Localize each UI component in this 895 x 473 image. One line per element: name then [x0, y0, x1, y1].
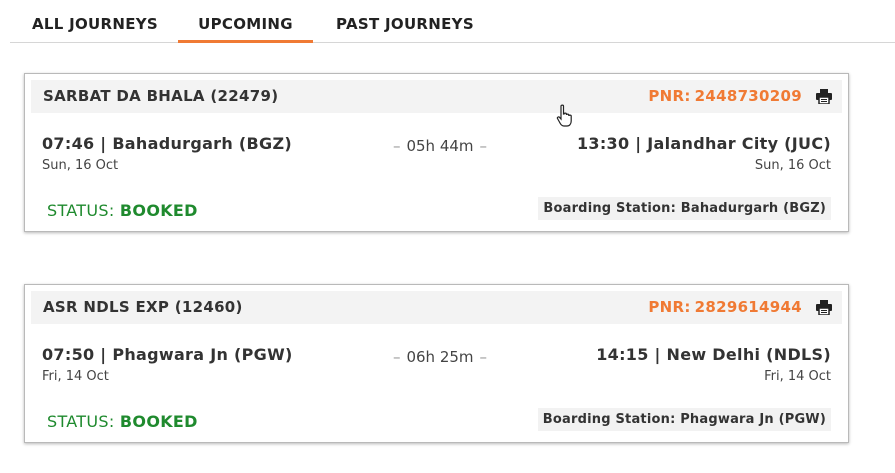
status-value: BOOKED — [119, 412, 198, 431]
arrival-date: Sun, 16 Oct — [754, 158, 831, 173]
print-icon[interactable] — [816, 300, 832, 315]
hand-cursor-icon — [556, 104, 572, 127]
train-name: SARBAT DA BHALA (22479) — [43, 87, 279, 105]
booking-status: STATUS: BOOKED — [47, 201, 198, 220]
tab-upcoming[interactable]: UPCOMING — [178, 0, 313, 43]
journey-card-header: ASR NDLS EXP (12460) PNR: 2829614944 — [31, 291, 842, 324]
journey-tabs: ALL JOURNEYS UPCOMING PAST JOURNEYS — [10, 0, 895, 43]
journey-card: ASR NDLS EXP (12460) PNR: 2829614944 07:5… — [24, 284, 849, 443]
duration-value: 05h 44m — [406, 137, 474, 155]
journey-duration: –06h 25m – — [392, 348, 488, 366]
arrival-time: 14:15 | New Delhi (NDLS) — [596, 345, 831, 364]
journey-card: SARBAT DA BHALA (22479) PNR: 2448730209 0… — [24, 73, 849, 232]
arrival-time: 13:30 | Jalandhar City (JUC) — [576, 134, 831, 153]
duration-value: 06h 25m — [406, 348, 474, 366]
pnr-label: PNR: — [648, 87, 691, 105]
pnr-number: 2448730209 — [694, 87, 802, 105]
boarding-station: Boarding Station: Bahadurgarh (BGZ) — [538, 197, 831, 220]
boarding-station: Boarding Station: Phagwara Jn (PGW) — [537, 408, 831, 431]
print-icon[interactable] — [816, 89, 832, 104]
departure-date: Fri, 14 Oct — [42, 369, 109, 384]
status-label: STATUS: — [47, 201, 115, 220]
status-label: STATUS: — [47, 412, 115, 431]
tab-all-journeys[interactable]: ALL JOURNEYS — [20, 0, 170, 43]
pnr-label: PNR: — [648, 298, 691, 316]
departure-time: 07:46 | Bahadurgarh (BGZ) — [42, 134, 292, 153]
arrival-date: Fri, 14 Oct — [764, 369, 831, 384]
pnr-link[interactable]: PNR: 2829614944 — [648, 291, 802, 324]
departure-date: Sun, 16 Oct — [42, 158, 119, 173]
journey-duration: –05h 44m – — [392, 137, 488, 155]
departure-time: 07:50 | Phagwara Jn (PGW) — [42, 345, 293, 364]
booking-status: STATUS: BOOKED — [47, 412, 198, 431]
pnr-number: 2829614944 — [694, 298, 802, 316]
tab-past-journeys[interactable]: PAST JOURNEYS — [325, 0, 485, 43]
pnr-link[interactable]: PNR: 2448730209 — [648, 80, 802, 113]
status-value: BOOKED — [119, 201, 198, 220]
journey-card-header: SARBAT DA BHALA (22479) PNR: 2448730209 — [31, 80, 842, 113]
train-name: ASR NDLS EXP (12460) — [43, 298, 243, 316]
